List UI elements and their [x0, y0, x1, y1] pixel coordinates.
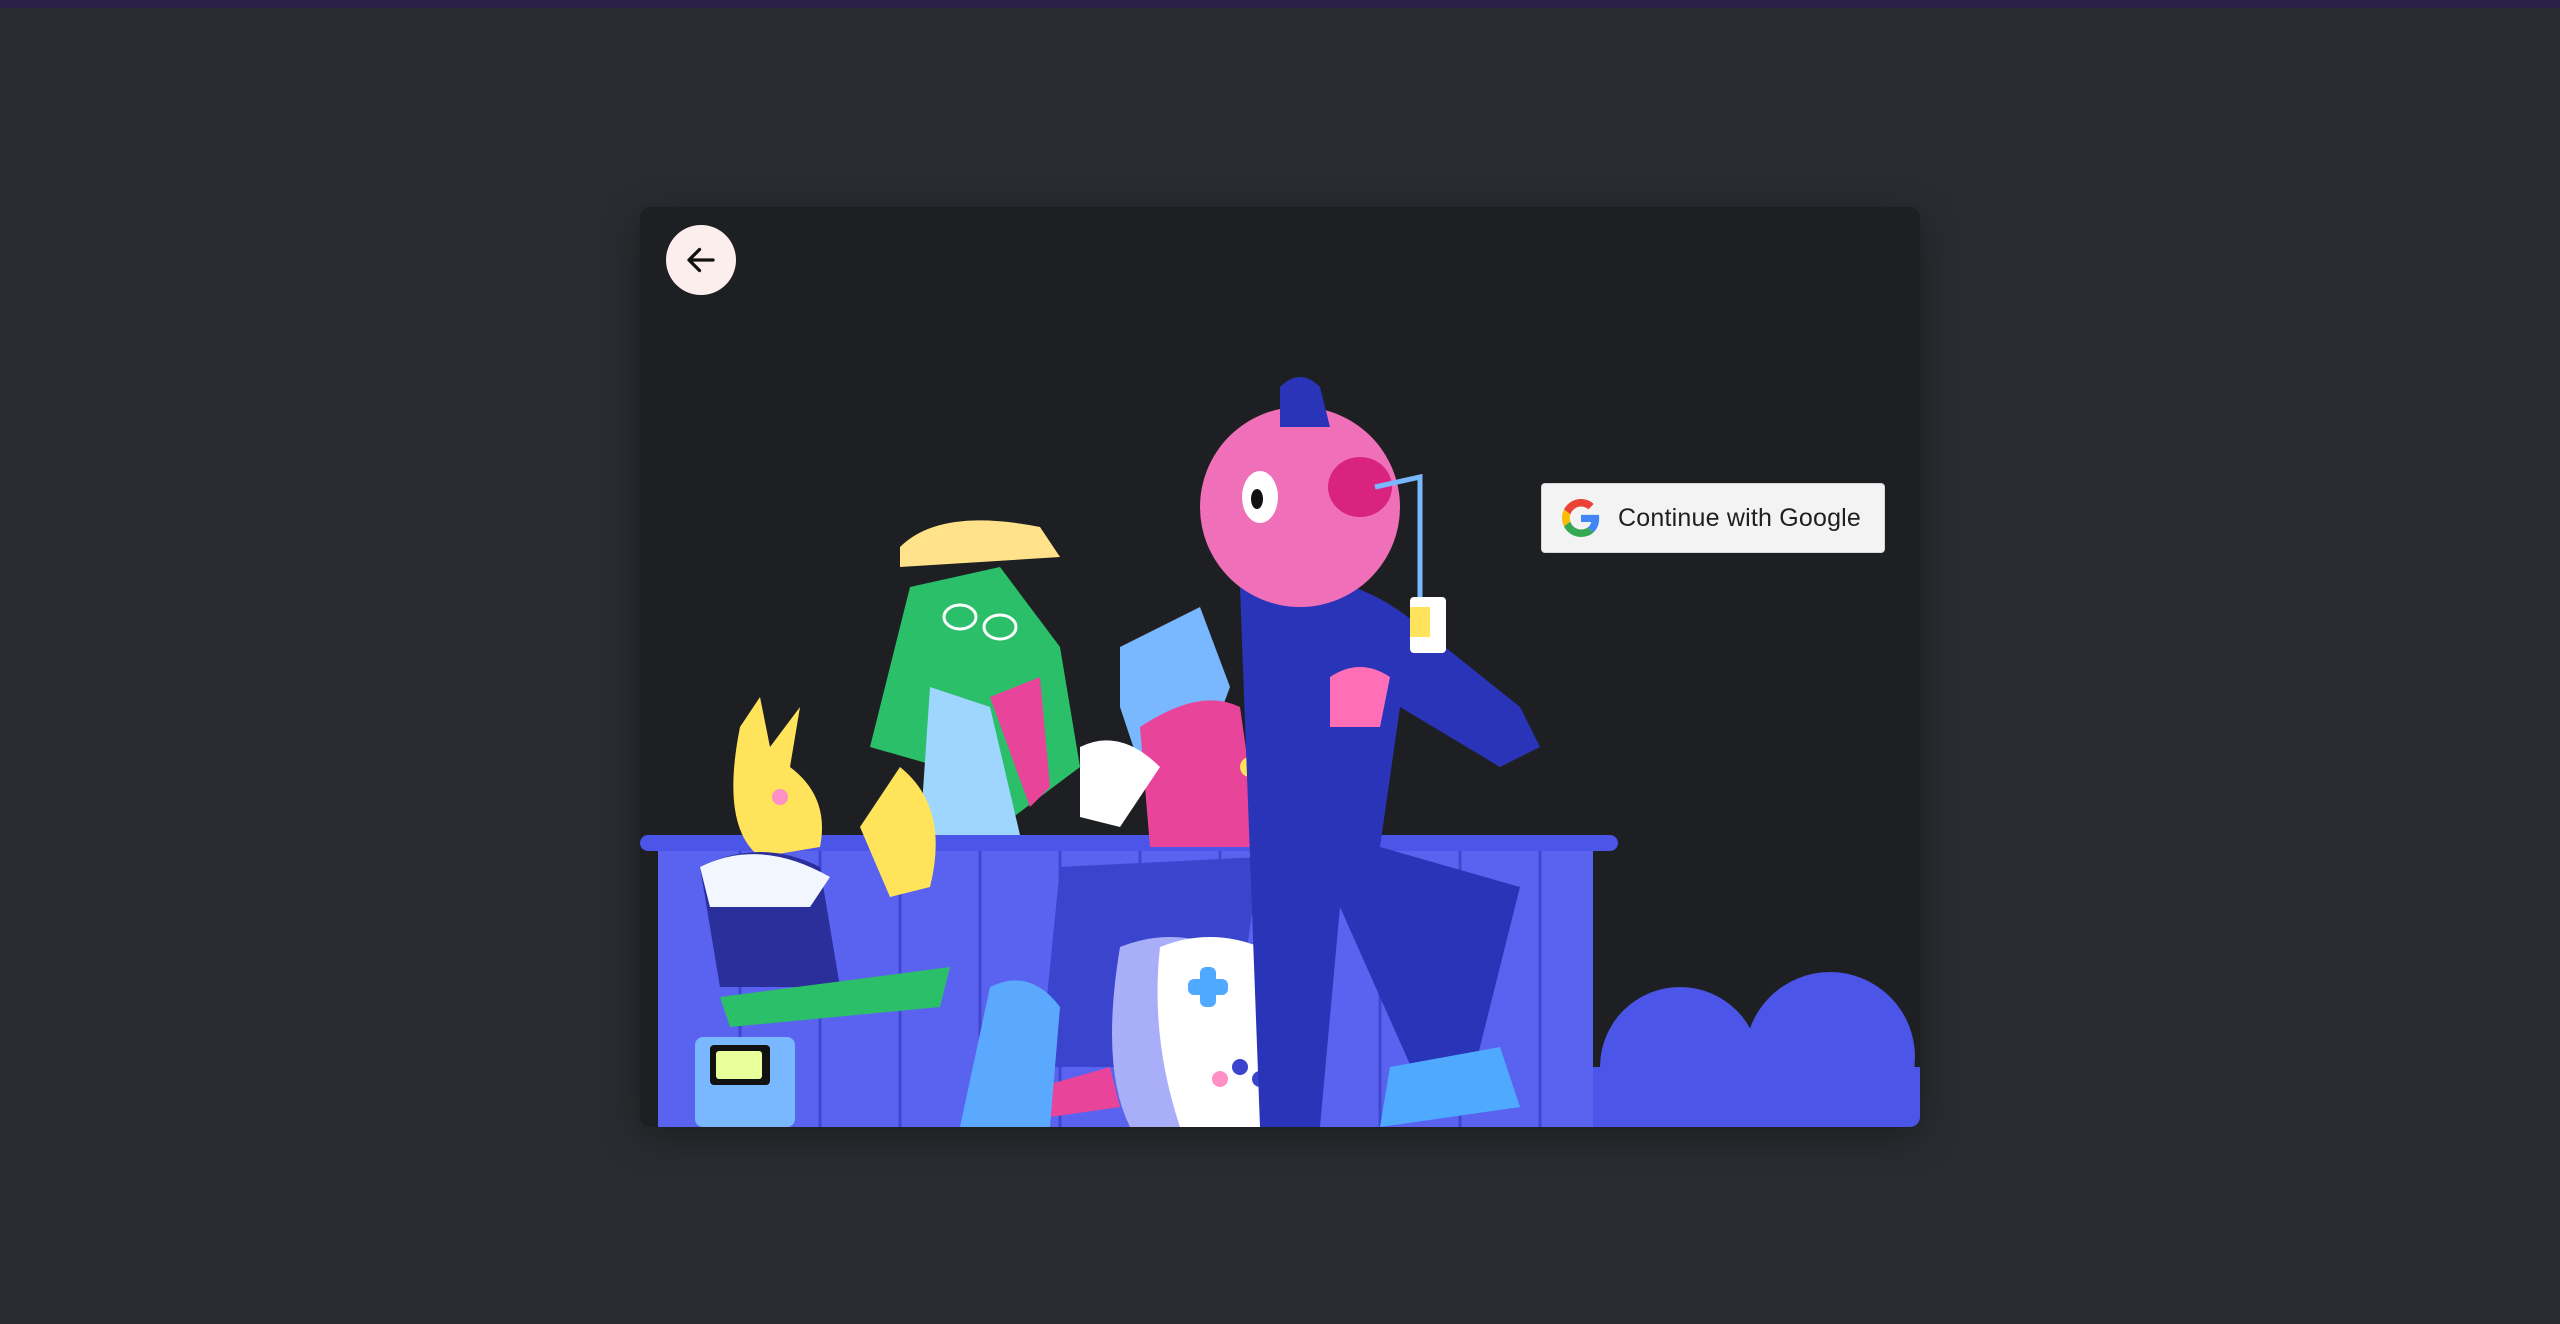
back-button[interactable] [666, 225, 736, 295]
characters-illustration [640, 377, 1920, 1127]
arrow-left-icon [687, 247, 715, 273]
continue-with-google-button[interactable]: Continue with Google [1541, 483, 1885, 553]
login-modal: Continue with Google [640, 207, 1920, 1127]
game-controller [1112, 937, 1275, 1127]
google-g-icon [1562, 499, 1600, 537]
continue-with-google-label: Continue with Google [1618, 503, 1862, 532]
cloud-shape [1580, 972, 1920, 1127]
top-accent-bar [0, 0, 2560, 8]
